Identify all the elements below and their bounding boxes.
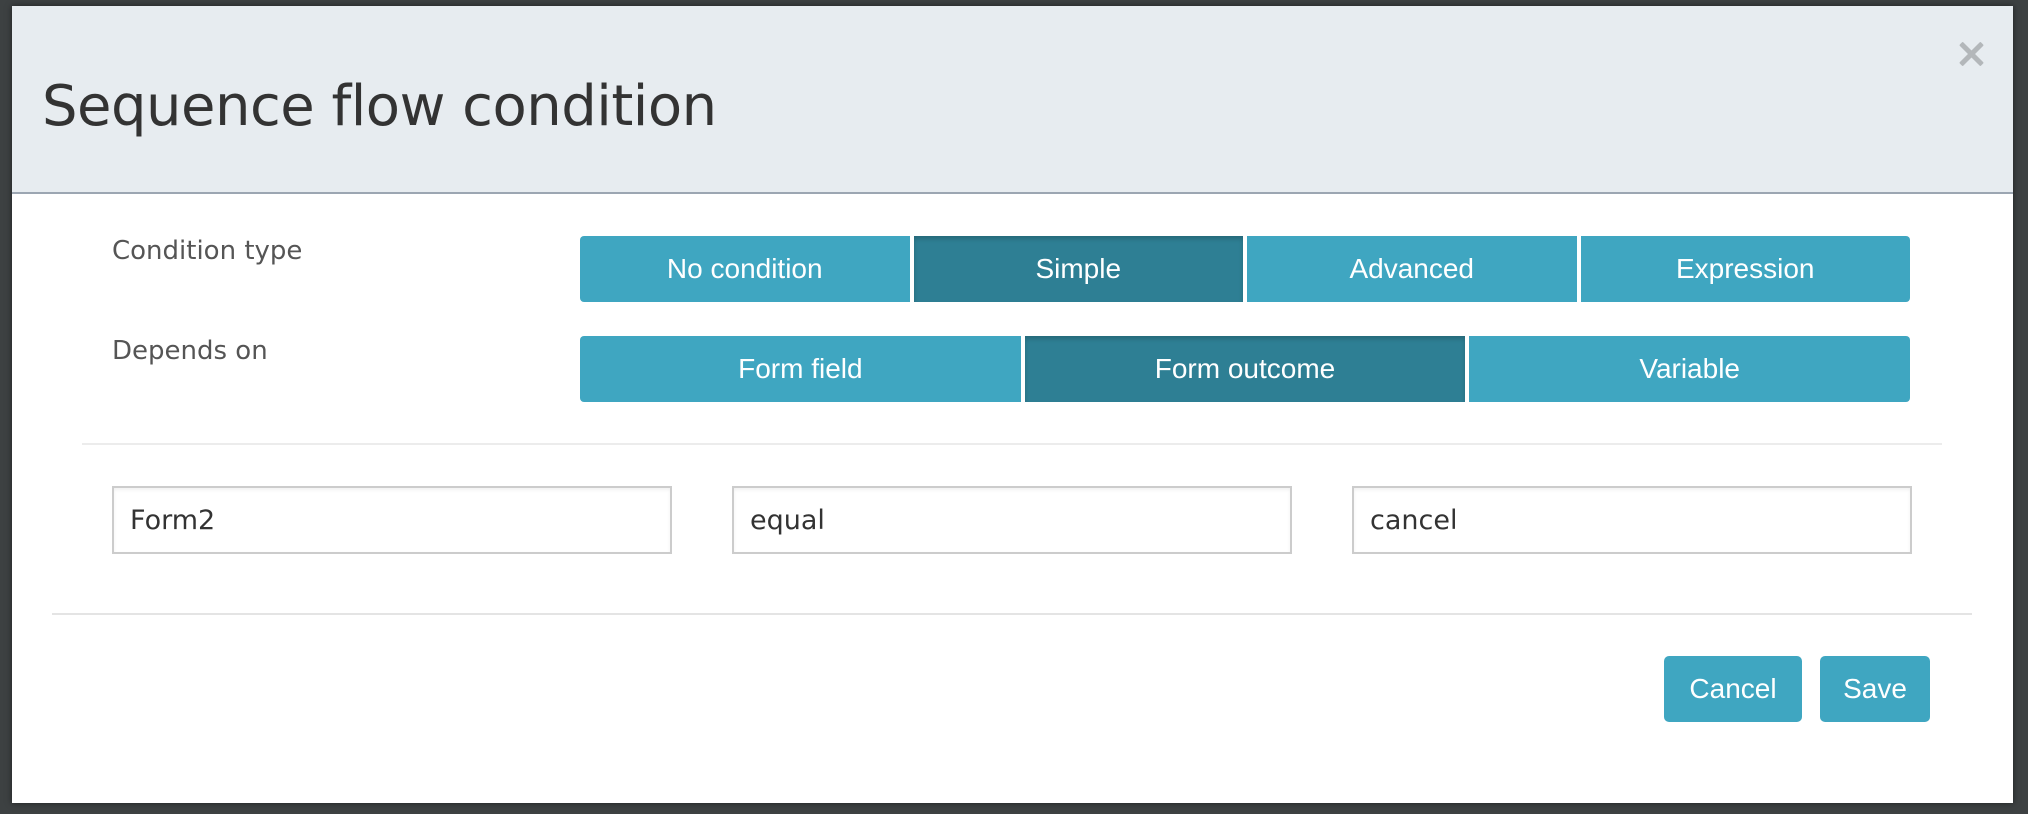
depends-on-group: Form field Form outcome Variable xyxy=(580,336,1911,402)
dialog-header: Sequence flow condition xyxy=(12,6,2013,194)
operator-select[interactable] xyxy=(732,486,1292,554)
sequence-flow-condition-dialog: Sequence flow condition Condition type N… xyxy=(12,6,2013,803)
depends-on-form-outcome[interactable]: Form outcome xyxy=(1024,336,1466,402)
save-button[interactable]: Save xyxy=(1820,656,1930,722)
outcome-select[interactable] xyxy=(1352,486,1912,554)
footer-divider xyxy=(52,613,1972,615)
condition-type-group: No condition Simple Advanced Expression xyxy=(580,236,1910,302)
depends-on-label: Depends on xyxy=(112,336,268,366)
depends-on-variable[interactable]: Variable xyxy=(1469,336,1911,402)
cancel-button[interactable]: Cancel xyxy=(1664,656,1802,722)
divider xyxy=(82,443,1942,445)
form-select[interactable] xyxy=(112,486,672,554)
condition-type-advanced[interactable]: Advanced xyxy=(1247,236,1577,302)
condition-type-expression[interactable]: Expression xyxy=(1580,236,1910,302)
close-icon[interactable] xyxy=(1957,40,1985,68)
depends-on-form-field[interactable]: Form field xyxy=(580,336,1021,402)
condition-type-simple[interactable]: Simple xyxy=(913,236,1243,302)
condition-type-no-condition[interactable]: No condition xyxy=(580,236,910,302)
condition-type-label: Condition type xyxy=(112,236,303,266)
dialog-title: Sequence flow condition xyxy=(42,74,717,139)
